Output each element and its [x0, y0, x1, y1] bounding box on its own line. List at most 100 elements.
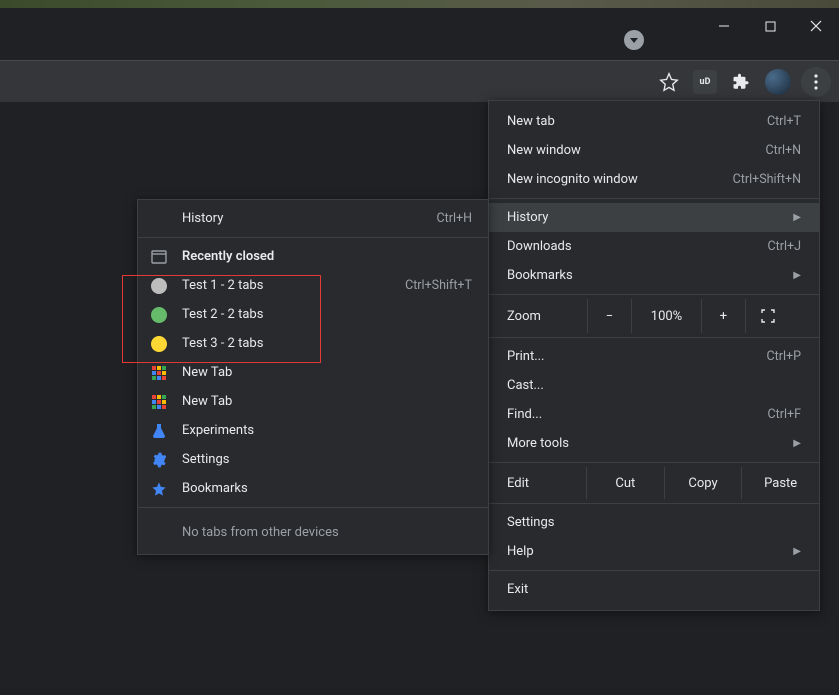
- menu-label: New tab: [507, 114, 555, 129]
- menu-zoom-row: Zoom − 100% +: [489, 299, 819, 333]
- flask-icon: [150, 422, 168, 440]
- menu-separator: [489, 462, 819, 463]
- menu-shortcut: Ctrl+F: [767, 407, 801, 422]
- menu-separator: [489, 294, 819, 295]
- browser-toolbar: uD: [0, 60, 839, 102]
- star-icon: [150, 480, 168, 498]
- menu-label: New incognito window: [507, 172, 638, 187]
- history-shortcut: Ctrl+H: [436, 211, 472, 226]
- menu-separator: [489, 570, 819, 571]
- menu-bookmarks[interactable]: Bookmarks ▶: [489, 261, 819, 290]
- menu-label: Find...: [507, 407, 542, 422]
- menu-shortcut: Ctrl+N: [765, 143, 801, 158]
- dropdown-indicator-icon[interactable]: [624, 30, 644, 50]
- chevron-right-icon: ▶: [793, 212, 801, 223]
- tab-group-color-icon: [150, 335, 168, 353]
- recently-closed-group[interactable]: Test 3 - 2 tabs: [138, 329, 488, 358]
- menu-help[interactable]: Help ▶: [489, 537, 819, 566]
- menu-exit[interactable]: Exit: [489, 575, 819, 604]
- menu-label: Settings: [507, 515, 554, 530]
- history-item[interactable]: New Tab: [138, 358, 488, 387]
- history-header[interactable]: History Ctrl+H: [138, 204, 488, 233]
- menu-shortcut: Ctrl+T: [767, 114, 801, 129]
- bookmark-star-icon[interactable]: [655, 68, 683, 96]
- tab-group-color-icon: [150, 306, 168, 324]
- zoom-label: Zoom: [489, 309, 587, 324]
- no-other-devices-label: No tabs from other devices: [138, 512, 488, 552]
- fullscreen-button[interactable]: [745, 299, 789, 333]
- history-item-label: Bookmarks: [182, 481, 248, 496]
- menu-label: More tools: [507, 436, 569, 451]
- menu-print[interactable]: Print... Ctrl+P: [489, 342, 819, 371]
- zoom-in-button[interactable]: +: [701, 299, 745, 333]
- minimize-button[interactable]: [701, 8, 747, 44]
- close-button[interactable]: [793, 8, 839, 44]
- group-label: Test 3 - 2 tabs: [182, 336, 263, 351]
- menu-separator: [138, 237, 488, 238]
- menu-separator: [489, 198, 819, 199]
- recently-closed-group[interactable]: Test 2 - 2 tabs: [138, 300, 488, 329]
- chevron-right-icon: ▶: [793, 270, 801, 281]
- chevron-right-icon: ▶: [793, 438, 801, 449]
- menu-label: New window: [507, 143, 581, 158]
- menu-separator: [489, 503, 819, 504]
- menu-separator: [138, 507, 488, 508]
- menu-history[interactable]: History ▶: [489, 203, 819, 232]
- ublock-extension-icon[interactable]: uD: [693, 70, 717, 94]
- window-icon: [150, 248, 168, 266]
- restore-shortcut: Ctrl+Shift+T: [405, 278, 472, 293]
- menu-shortcut: Ctrl+Shift+N: [733, 172, 801, 187]
- menu-label: Cast...: [507, 378, 544, 393]
- menu-label: Bookmarks: [507, 268, 573, 283]
- chevron-right-icon: ▶: [793, 546, 801, 557]
- history-item[interactable]: New Tab: [138, 387, 488, 416]
- main-menu-button[interactable]: [801, 67, 831, 97]
- menu-cast[interactable]: Cast...: [489, 371, 819, 400]
- new-tab-grid-icon: [150, 364, 168, 382]
- main-menu: New tab Ctrl+T New window Ctrl+N New inc…: [488, 100, 820, 611]
- window-titlebar: [0, 8, 839, 60]
- group-label: Test 1 - 2 tabs: [182, 278, 263, 293]
- maximize-button[interactable]: [747, 8, 793, 44]
- history-item-label: Experiments: [182, 423, 254, 438]
- extensions-puzzle-icon[interactable]: [727, 68, 755, 96]
- tab-group-color-icon: [150, 277, 168, 295]
- group-label: Test 2 - 2 tabs: [182, 307, 263, 322]
- paste-button[interactable]: Paste: [742, 467, 819, 499]
- gear-icon: [150, 451, 168, 469]
- menu-new-window[interactable]: New window Ctrl+N: [489, 136, 819, 165]
- menu-shortcut: Ctrl+P: [767, 349, 801, 364]
- new-tab-grid-icon: [150, 393, 168, 411]
- menu-more-tools[interactable]: More tools ▶: [489, 429, 819, 458]
- menu-separator: [489, 337, 819, 338]
- menu-label: Downloads: [507, 239, 572, 254]
- cut-button[interactable]: Cut: [587, 467, 665, 499]
- menu-find[interactable]: Find... Ctrl+F: [489, 400, 819, 429]
- desktop-background: [0, 0, 839, 8]
- history-item[interactable]: Experiments: [138, 416, 488, 445]
- menu-label: Exit: [507, 582, 528, 597]
- menu-settings[interactable]: Settings: [489, 508, 819, 537]
- menu-shortcut: Ctrl+J: [768, 239, 802, 254]
- menu-downloads[interactable]: Downloads Ctrl+J: [489, 232, 819, 261]
- ublock-label: uD: [700, 77, 711, 87]
- history-label: History: [182, 211, 223, 226]
- profile-avatar[interactable]: [765, 69, 791, 95]
- menu-incognito[interactable]: New incognito window Ctrl+Shift+N: [489, 165, 819, 194]
- recently-closed-group[interactable]: Test 1 - 2 tabs Ctrl+Shift+T: [138, 271, 488, 300]
- zoom-out-button[interactable]: −: [587, 299, 631, 333]
- recently-closed-label: Recently closed: [182, 249, 274, 264]
- menu-label: History: [507, 210, 548, 225]
- copy-button[interactable]: Copy: [665, 467, 743, 499]
- history-item[interactable]: Bookmarks: [138, 474, 488, 503]
- menu-label: Help: [507, 544, 534, 559]
- history-item[interactable]: Settings: [138, 445, 488, 474]
- edit-label: Edit: [489, 467, 587, 499]
- recently-closed-header: Recently closed: [138, 242, 488, 271]
- history-item-label: Settings: [182, 452, 229, 467]
- zoom-percent: 100%: [631, 299, 701, 333]
- history-item-label: New Tab: [182, 394, 232, 409]
- menu-new-tab[interactable]: New tab Ctrl+T: [489, 107, 819, 136]
- history-item-label: New Tab: [182, 365, 232, 380]
- menu-edit-row: Edit Cut Copy Paste: [489, 467, 819, 499]
